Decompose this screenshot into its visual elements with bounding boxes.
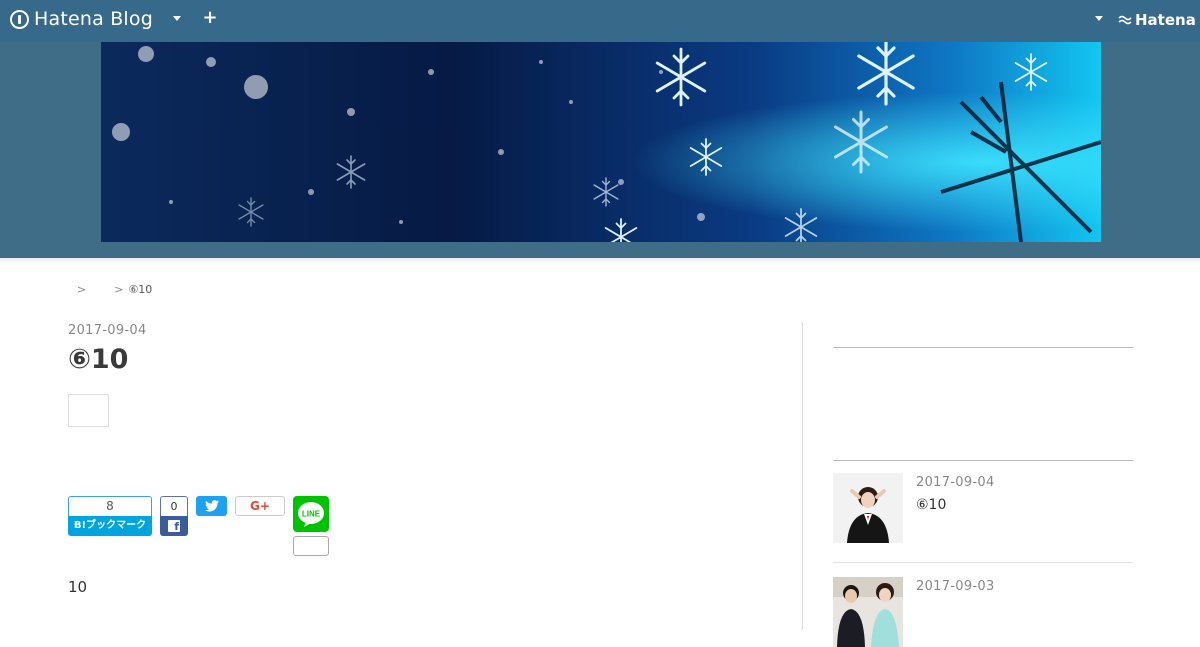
facebook-share-button[interactable]: 0 f	[160, 496, 188, 536]
blog-header	[0, 42, 1200, 258]
person-photo-icon	[833, 473, 903, 543]
breadcrumb: > > ⑥10	[68, 283, 152, 297]
line-label: LINE	[302, 510, 321, 519]
twitter-share-button[interactable]	[196, 496, 227, 516]
user-menu-chevron-down-icon[interactable]	[1093, 13, 1105, 25]
breadcrumb-item-category[interactable]	[86, 283, 114, 297]
google-plus-label: G+	[250, 499, 270, 513]
blog-menu-chevron-down-icon[interactable]	[171, 13, 183, 25]
entry-category-badge[interactable]	[68, 394, 109, 427]
sidebar-entry-thumbnail[interactable]	[833, 577, 903, 647]
entry-body-text: 10	[68, 578, 88, 596]
sidebar-entry-date[interactable]: 2017-09-03	[916, 579, 995, 594]
hatena-blog-logo-text: Hatena Blog	[34, 8, 153, 30]
hatena-bookmark-count: 8	[68, 496, 152, 516]
hatena-bookmark-label: B!ブックマーク	[68, 516, 152, 536]
hatena-blog-logo[interactable]: Hatena Blog	[10, 7, 153, 31]
sidebar-divider	[802, 322, 803, 630]
line-share-count	[293, 536, 329, 556]
sidebar-entry-title[interactable]: ⑥10	[916, 497, 946, 513]
facebook-share-count: 0	[160, 496, 188, 516]
hatena-brand-text: Hatena	[1135, 11, 1196, 29]
hatena-brand-link[interactable]: Hatena	[1118, 9, 1196, 31]
facebook-icon: f	[168, 520, 180, 533]
breadcrumb-separator: >	[77, 283, 87, 296]
global-header-bar: Hatena Blog + Hatena	[0, 0, 1200, 42]
line-share-button[interactable]: LINE	[293, 496, 329, 532]
facebook-label: f	[160, 516, 188, 536]
sidebar-section-rule	[833, 347, 1133, 348]
entry-date[interactable]: 2017-09-04	[68, 323, 147, 338]
sidebar-entry-divider	[833, 562, 1133, 563]
sidebar-entry-thumbnail[interactable]	[833, 473, 903, 543]
header-banner-image[interactable]	[101, 42, 1101, 242]
header-divider	[0, 258, 1200, 264]
entry-title[interactable]: ⑥10	[68, 344, 128, 375]
new-post-plus-icon[interactable]: +	[202, 9, 218, 27]
twitter-icon	[204, 500, 219, 512]
breadcrumb-item-home[interactable]	[68, 283, 77, 297]
couple-photo-icon	[833, 577, 903, 647]
google-plus-share-button[interactable]: G+	[235, 496, 285, 516]
hatena-blog-logo-icon	[10, 9, 29, 29]
hatena-wave-icon	[1118, 15, 1132, 25]
breadcrumb-item-current: ⑥10	[128, 283, 153, 296]
breadcrumb-separator: >	[114, 283, 124, 296]
sidebar-entry-date[interactable]: 2017-09-04	[916, 475, 995, 490]
line-icon: LINE	[298, 502, 324, 527]
sidebar-section-rule	[833, 460, 1133, 461]
hatena-bookmark-button[interactable]: 8 B!ブックマーク	[68, 496, 152, 536]
